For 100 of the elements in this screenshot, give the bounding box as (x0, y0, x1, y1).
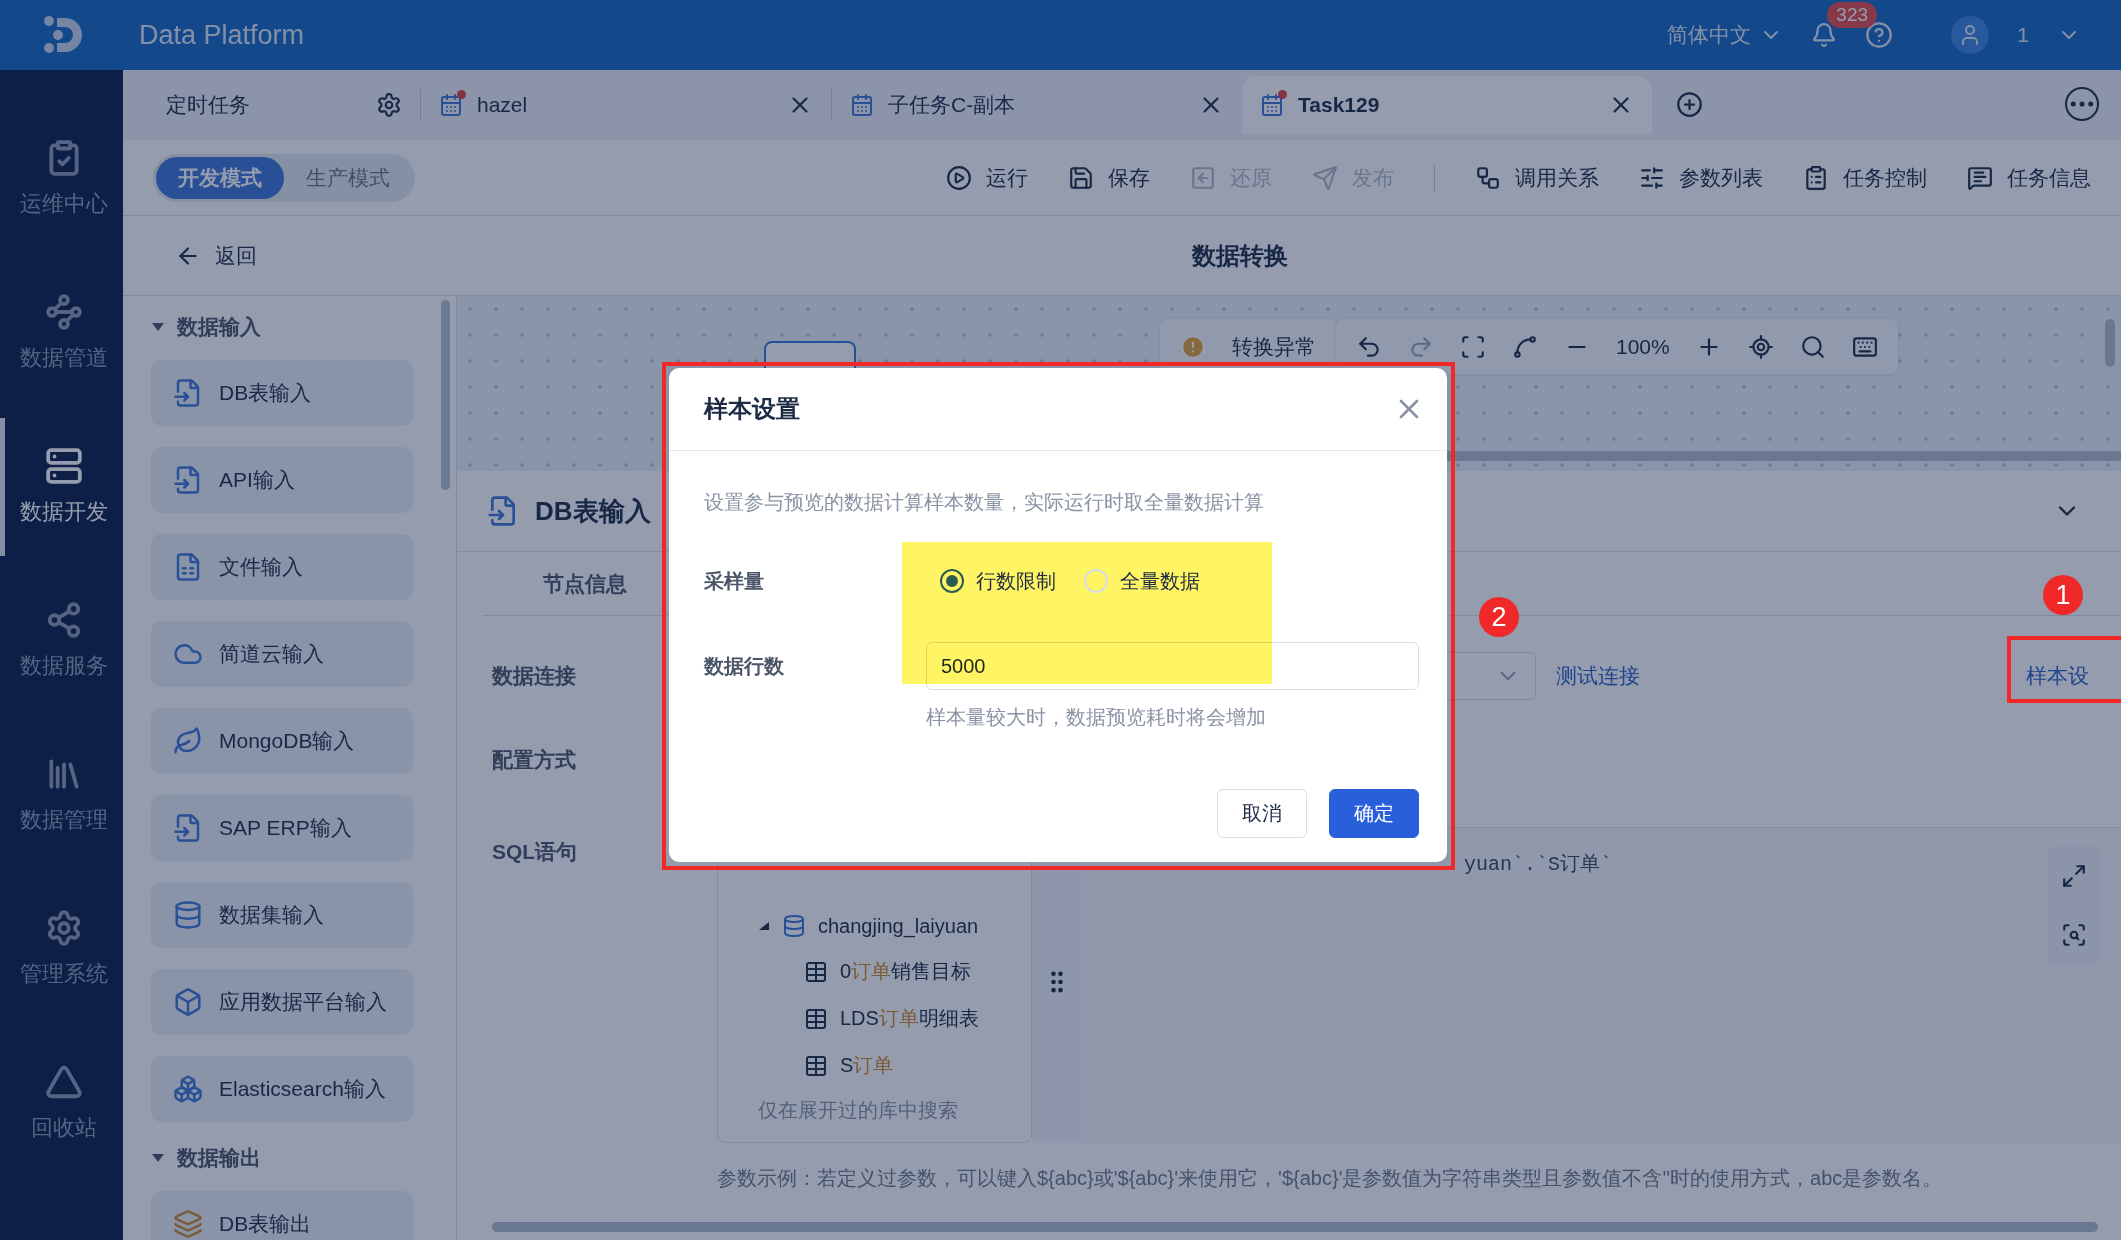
section-header[interactable]: 数据输出 (151, 1143, 456, 1173)
tab[interactable]: 定时任务 (148, 76, 420, 134)
component-item[interactable]: MongoDB输入 (151, 708, 413, 774)
sample-settings-link[interactable]: 样本设 (2026, 662, 2121, 690)
back-label: 返回 (215, 242, 257, 269)
component-item[interactable]: SAP ERP输入 (151, 795, 413, 861)
connector-icon[interactable] (1512, 333, 1538, 360)
component-item[interactable]: 数据集输入 (151, 882, 413, 948)
scrollbar[interactable] (492, 1222, 2098, 1232)
tree-note: 仅在展开过的库中搜索 (758, 1098, 959, 1123)
caret-icon (151, 1153, 165, 1163)
toolbar-button[interactable]: 保存 (1068, 163, 1150, 192)
toolbar-button[interactable]: 任务控制 (1803, 163, 1927, 192)
component-item[interactable]: DB表输入 (151, 360, 413, 426)
database-icon (782, 914, 806, 938)
back-link[interactable]: 返回 (175, 241, 257, 270)
calendar-icon (1260, 93, 1284, 117)
sidebar-item[interactable]: 回收站 (0, 1034, 123, 1172)
tab[interactable]: 子任务C-副本 (832, 76, 1242, 134)
triangle-icon (45, 1063, 83, 1101)
calendar-icon (439, 93, 463, 117)
avatar[interactable] (1951, 16, 1990, 54)
sql-text: yuan`.`S订单` (1464, 853, 1613, 876)
tab[interactable]: Task129 (1242, 76, 1652, 134)
sliders-icon (1639, 164, 1665, 191)
leaf-icon (173, 726, 203, 756)
toolbar-button[interactable]: 参数列表 (1639, 163, 1763, 192)
scan-search-icon[interactable] (2061, 921, 2087, 948)
notifications-button[interactable] (1811, 22, 1838, 48)
locate-icon[interactable] (1747, 333, 1774, 360)
toolbar-button[interactable]: 任务信息 (1967, 163, 2091, 192)
language-selector[interactable]: 简体中文 (1667, 21, 1784, 49)
expand-icon[interactable] (2061, 862, 2087, 889)
tree-item[interactable]: S订单 (758, 1052, 1031, 1079)
search-icon[interactable] (1799, 333, 1826, 360)
component-item[interactable]: 简道云输入 (151, 621, 413, 687)
fit-view-icon[interactable] (1460, 333, 1486, 360)
clipboard-icon (1803, 164, 1829, 191)
node-title: DB表输入 (535, 494, 651, 528)
restore-icon (1190, 164, 1216, 191)
message-icon (1967, 164, 1993, 191)
table-icon (804, 1006, 828, 1031)
more-icon[interactable] (2065, 87, 2099, 121)
field-label: 数据连接 (492, 663, 577, 689)
notification-badge: 323 (1827, 2, 1877, 28)
calendar-icon (850, 93, 874, 117)
tree-item[interactable]: 0订单销售目标 (758, 958, 1031, 985)
component-item[interactable]: Elasticsearch输入 (151, 1056, 413, 1122)
page-title: 数据转换 (1192, 240, 1288, 271)
field-label: 配置方式 (492, 747, 577, 773)
field-label: 数据行数 (704, 653, 785, 679)
add-tab-icon[interactable] (1676, 90, 1703, 118)
dialog-title: 样本设置 (704, 394, 800, 424)
help-button[interactable] (1865, 21, 1894, 49)
scrollbar[interactable] (441, 300, 450, 490)
database-icon (173, 900, 203, 930)
confirm-button[interactable]: 确定 (1329, 789, 1419, 838)
tab[interactable]: hazel (421, 76, 831, 134)
caret-icon (758, 921, 770, 931)
component-item[interactable]: 文件输入 (151, 534, 413, 600)
field-label: SQL语句 (492, 839, 579, 865)
sidebar-item[interactable]: 数据管理 (0, 726, 123, 864)
table-icon (804, 959, 828, 984)
sidebar-item[interactable]: 运维中心 (0, 110, 123, 248)
toolbar-button[interactable]: 运行 (946, 163, 1028, 192)
sidebar-item[interactable]: 数据服务 (0, 572, 123, 710)
tab[interactable]: 节点信息 (543, 569, 627, 598)
layers-icon (173, 1209, 203, 1239)
settings-icon (45, 909, 83, 947)
boxes-icon (173, 1074, 203, 1104)
caret-icon (151, 322, 165, 332)
box-icon (173, 987, 203, 1017)
toolbar-button[interactable]: 调用关系 (1475, 163, 1599, 192)
mode-tab[interactable]: 生产模式 (284, 156, 412, 199)
field-label: 采样量 (704, 568, 765, 594)
app-title: Data Platform (139, 19, 305, 51)
send-icon (1312, 164, 1338, 191)
zoom-level: 100% (1616, 334, 1670, 359)
help-text: 样本量较大时，数据预览耗时将会增加 (926, 705, 1267, 730)
dialog-description: 设置参与预览的数据计算样本数量，实际运行时取全量数据计算 (704, 490, 1265, 515)
tree-item[interactable]: changjing_laiyuan (758, 914, 1031, 938)
section-header[interactable]: 数据输入 (151, 312, 456, 342)
mode-tab[interactable]: 开发模式 (156, 156, 284, 199)
sql-editor[interactable]: yuan`.`S订单` (1082, 828, 2121, 1143)
server-icon (45, 447, 83, 485)
share-icon (45, 601, 83, 639)
component-item[interactable]: 应用数据平台输入 (151, 969, 413, 1035)
sidebar-item[interactable]: 数据管道 (0, 264, 123, 402)
cancel-button[interactable]: 取消 (1217, 789, 1307, 838)
component-item[interactable]: DB表输出 (151, 1191, 413, 1240)
waypoints-icon (45, 293, 83, 331)
test-connection-link[interactable]: 测试连接 (1556, 662, 1640, 690)
sidebar-item[interactable]: 管理系统 (0, 880, 123, 1018)
scrollbar[interactable] (2105, 319, 2115, 367)
user-name: 1 (2017, 23, 2029, 47)
tree-item[interactable]: LDS订单明细表 (758, 1005, 1031, 1032)
hint-text: 参数示例：若定义过参数，可以键入${abc}或'${abc}'来使用它，'${abc}'是参数值为字符串类型且参数值不含''时的使用方式，abc是参数名。 (717, 1166, 1944, 1191)
component-item[interactable]: API输入 (151, 447, 413, 513)
settings-icon[interactable] (376, 92, 402, 118)
workflow-icon (1475, 164, 1501, 191)
